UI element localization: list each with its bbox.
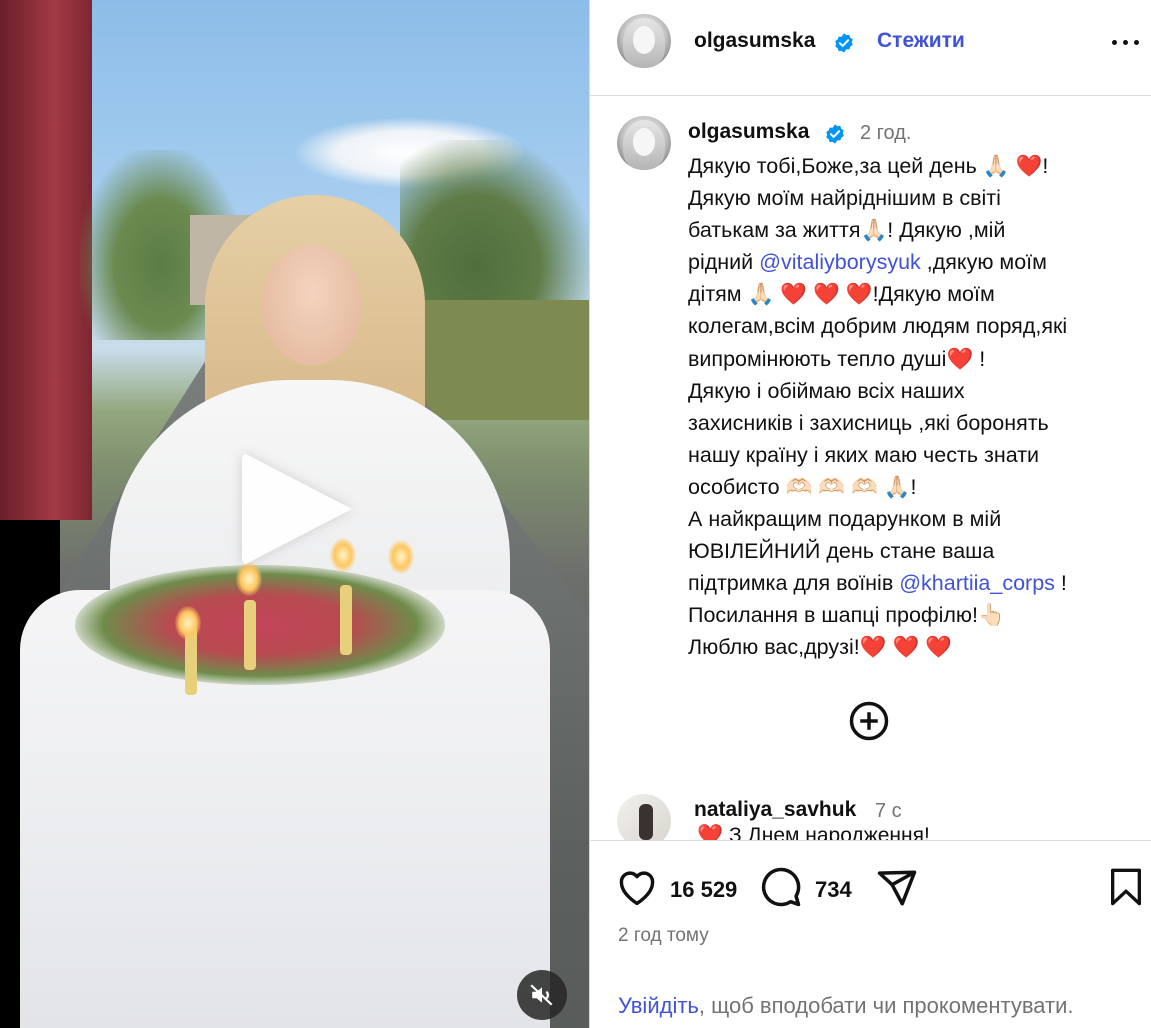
mention-link[interactable]: @khartiia_corps — [899, 571, 1055, 595]
mute-icon — [530, 984, 553, 1006]
avatar[interactable] — [617, 14, 671, 68]
caption-line: ЮВІЛЕЙНИЙ день стане ваша — [688, 539, 995, 564]
mute-button[interactable] — [517, 970, 567, 1020]
caption-line: особисто 🫶🏻 🫶🏻 🫶🏻 🙏🏻! — [688, 474, 917, 499]
mention-link[interactable]: @vitaliyborysyuk — [759, 250, 921, 274]
caption-line: нашу країну і яких маю честь знати — [688, 442, 1040, 467]
post-view: olgasumska Стежити olgasumska 2 год. Дяк… — [0, 0, 1151, 1028]
caption-username[interactable]: olgasumska — [688, 120, 809, 144]
comment-time: 7 с — [875, 800, 902, 822]
more-icon[interactable] — [1110, 30, 1142, 54]
commenter-username[interactable]: nataliya_savhuk — [694, 798, 856, 822]
caption-time: 2 год. — [860, 122, 912, 144]
post-caption: Дякую тобі,Боже,за цей день 🙏🏻 ❤️! Дякую… — [688, 150, 1138, 664]
caption-line: колегам,всім добрим людям поряд,які — [688, 314, 1068, 339]
comments-area[interactable]: olgasumska 2 год. Дякую тобі,Боже,за цей… — [590, 96, 1151, 840]
login-link[interactable]: Увійдіть — [618, 993, 699, 1018]
play-icon[interactable] — [242, 452, 352, 566]
caption-line: випромінюють тепло душі❤️ ! — [688, 346, 986, 371]
post-actions: 16 529 734 2 год тому Увійдіть, щоб впод… — [590, 840, 1151, 1028]
commenter-avatar[interactable] — [617, 794, 671, 840]
comment-text: ❤️ З Днем народження! — [697, 824, 930, 840]
caption-line: Дякую і обіймаю всіх наших — [688, 378, 965, 403]
caption-line: А найкращим подарунком в мій — [688, 507, 1002, 532]
heart-icon[interactable] — [616, 868, 658, 906]
likes-count[interactable]: 16 529 — [670, 877, 737, 903]
header-username[interactable]: olgasumska — [694, 29, 815, 53]
share-icon[interactable] — [876, 867, 918, 909]
comment-icon[interactable] — [760, 866, 802, 908]
caption-line: Дякую моїм найріднішим в світі — [688, 186, 1001, 211]
follow-button[interactable]: Стежити — [877, 29, 965, 53]
add-comment-icon[interactable] — [848, 700, 890, 742]
posted-ago: 2 год тому — [618, 925, 709, 946]
caption-line: Дякую тобі,Боже,за цей день 🙏🏻 ❤️! — [688, 154, 1049, 178]
caption-line: захисників і захисниць ,які боронять — [688, 410, 1049, 435]
verified-icon — [826, 124, 844, 144]
verified-icon — [835, 33, 853, 53]
post-sidebar: olgasumska Стежити olgasumska 2 год. Дяк… — [589, 0, 1151, 1028]
bookmark-icon[interactable] — [1108, 867, 1144, 907]
login-prompt: Увійдіть, щоб вподобати чи прокоментуват… — [618, 993, 1074, 1018]
caption-line: підтримка для воїнів @khartiia_corps ! — [688, 571, 1067, 596]
caption-line: Посилання в шапці профілю!👆🏻 — [688, 603, 1005, 628]
post-header: olgasumska Стежити — [590, 0, 1151, 96]
caption-avatar[interactable] — [617, 116, 671, 170]
comments-count[interactable]: 734 — [815, 877, 852, 903]
caption-line: рідний @vitaliyborysyuk ,дякую моїм — [688, 250, 1047, 275]
caption-line: батькам за життя🙏🏻! Дякую ,мій — [688, 218, 1006, 243]
caption-line: Люблю вас,друзі!❤️ ❤️ ❤️ — [688, 635, 952, 660]
video-player[interactable] — [0, 0, 589, 1028]
caption-line: дітям 🙏🏻 ❤️ ❤️ ❤️!Дякую моїм — [688, 282, 995, 307]
